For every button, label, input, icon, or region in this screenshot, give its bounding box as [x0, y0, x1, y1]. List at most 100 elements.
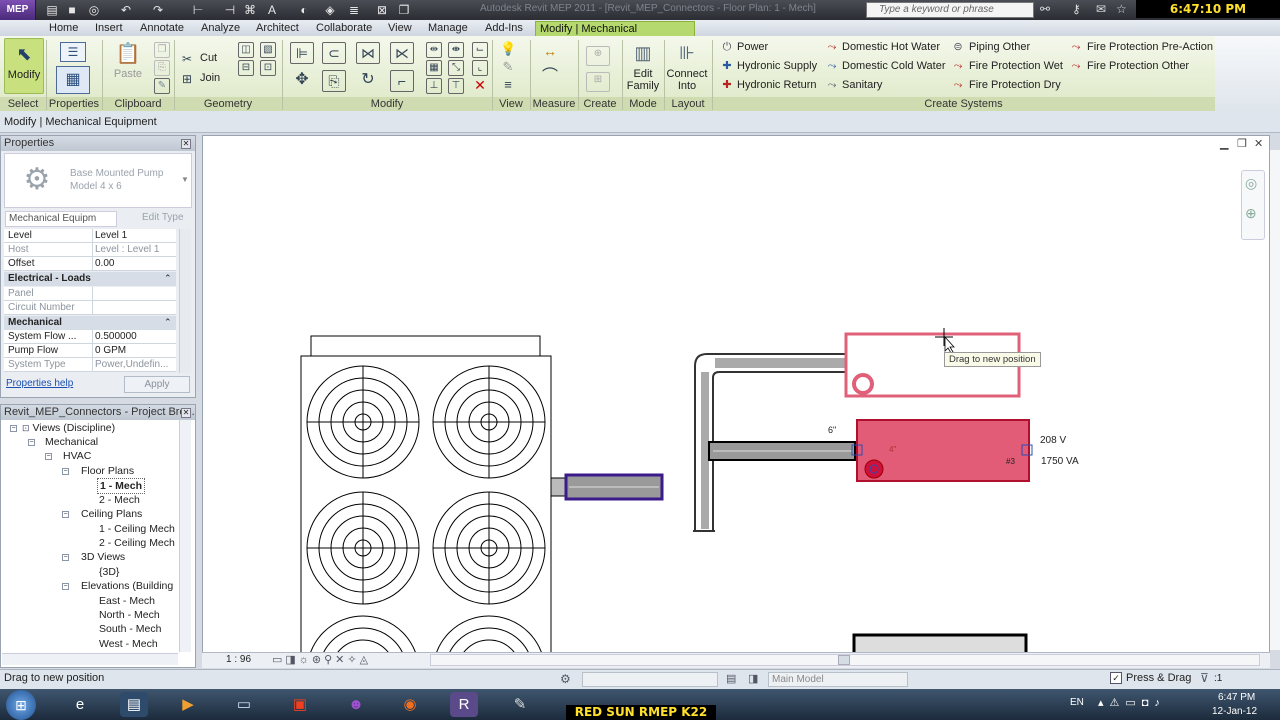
apply-button[interactable]: Apply	[124, 376, 190, 393]
join-button[interactable]: Join	[200, 72, 220, 84]
light-bulb-icon[interactable]: 💡	[500, 42, 516, 58]
property-row[interactable]: Pump Flow 0 GPM	[4, 344, 176, 358]
collapse-toggle[interactable]: −	[62, 583, 69, 590]
tab-view[interactable]: View	[384, 21, 416, 36]
panel-label-clipboard[interactable]: Clipboard	[102, 97, 174, 111]
split-icon[interactable]: ⇹	[426, 42, 442, 58]
create-similar-icon[interactable]: ⊕	[586, 46, 610, 66]
tree-node-views[interactable]: ⊡ Views (Discipline)	[22, 421, 115, 435]
collapse-toggle[interactable]: −	[62, 554, 69, 561]
press-drag-checkbox[interactable]: ✓	[1110, 672, 1122, 684]
property-value[interactable]: 0.00	[92, 257, 176, 271]
tree-node-west-mech[interactable]: West - Mech	[99, 637, 158, 651]
piping-other-button[interactable]: Piping Other	[969, 41, 1030, 53]
copy-element-icon[interactable]: ⎘	[322, 70, 346, 92]
tree-node-hvac[interactable]: HVAC	[63, 449, 91, 463]
property-group-mechanical[interactable]: Mechanical	[4, 316, 176, 330]
domestic-cold-water-button[interactable]: Domestic Cold Water	[842, 60, 946, 72]
sanitary-button[interactable]: Sanitary	[842, 79, 882, 91]
fire-protection-pre-action-button[interactable]: Fire Protection Pre-Action	[1087, 41, 1213, 53]
create-group-icon[interactable]: ⊞	[586, 72, 610, 92]
power-system-button[interactable]: Power	[737, 41, 768, 53]
section-icon[interactable]: ◈	[322, 2, 338, 18]
binoculars-icon[interactable]: ⚯	[1040, 2, 1050, 16]
panel-label-select[interactable]: Select	[0, 97, 46, 111]
scale-icon[interactable]: ⤡	[448, 60, 464, 76]
application-menu-button[interactable]: MEP	[0, 0, 36, 20]
property-group-electrical[interactable]: Electrical - Loads	[4, 272, 176, 286]
tab-home[interactable]: Home	[45, 21, 82, 36]
tab-collaborate[interactable]: Collaborate	[312, 21, 376, 36]
type-properties-icon[interactable]: ▦	[56, 66, 90, 94]
design-options-icon[interactable]: ▤	[726, 672, 736, 685]
office-icon[interactable]: ▣	[286, 692, 314, 717]
move-icon[interactable]: ✥	[290, 70, 314, 92]
rotate-icon[interactable]: ↻	[356, 70, 380, 92]
redo-icon[interactable]: ↷	[150, 2, 166, 18]
collapse-icon[interactable]: ⌃	[164, 273, 172, 284]
tree-node-ceiling-plans[interactable]: Ceiling Plans	[81, 507, 142, 521]
tab-architect[interactable]: Architect	[252, 21, 303, 36]
tab-annotate[interactable]: Annotate	[136, 21, 188, 36]
cut-button[interactable]: Cut	[200, 52, 217, 64]
copy-icon[interactable]: ❐	[154, 42, 170, 58]
collapse-toggle[interactable]: −	[62, 468, 69, 475]
measure-between-icon[interactable]: ↔	[538, 44, 562, 60]
measure-icon[interactable]: ⊣	[222, 2, 238, 18]
split-gap-icon[interactable]: ⇼	[448, 42, 464, 58]
tree-node-1-mech[interactable]: 1 - Mech	[97, 478, 146, 494]
filter-icon[interactable]: ⊽	[1200, 671, 1209, 685]
canvas-vertical-scrollbar[interactable]	[1270, 150, 1280, 650]
panel-label-properties[interactable]: Properties	[46, 97, 102, 111]
property-row[interactable]: System Flow ... 0.500000	[4, 330, 176, 344]
close-hidden-icon[interactable]: ⊠	[374, 2, 390, 18]
tree-node-south-mech[interactable]: South - Mech	[99, 622, 161, 636]
thin-lines-icon[interactable]: ≣	[346, 2, 362, 18]
search-input[interactable]: Type a keyword or phrase	[866, 2, 1034, 18]
tab-insert[interactable]: Insert	[91, 21, 127, 36]
trim-multi-icon[interactable]: ⌙	[472, 42, 488, 58]
panel-label-view[interactable]: View	[492, 97, 530, 111]
tree-node-mechanical[interactable]: Mechanical	[45, 435, 98, 449]
close-icon[interactable]: ✕	[181, 139, 191, 149]
panel-label-measure[interactable]: Measure	[530, 97, 578, 111]
start-button[interactable]: ⊞	[6, 690, 36, 720]
folder-icon[interactable]: ▭	[230, 692, 258, 717]
sync-icon[interactable]: ◎	[86, 2, 102, 18]
tree-node-elevations[interactable]: Elevations (Building	[81, 579, 173, 593]
fire-protection-other-button[interactable]: Fire Protection Other	[1087, 60, 1189, 72]
taskbar-date[interactable]: 12-Jan-12	[1212, 706, 1257, 717]
split-face-icon[interactable]: ⊟	[238, 60, 254, 76]
edit-type-button[interactable]: Edit Type	[122, 211, 190, 227]
linework-icon[interactable]: ≡	[500, 78, 516, 94]
system-tray-icons[interactable]: ▴⚠▭◘♪	[1098, 696, 1166, 709]
taskbar-time[interactable]: 6:47 PM	[1218, 692, 1255, 703]
revit-mep-icon[interactable]: R	[450, 692, 478, 717]
key-icon[interactable]: ⚷	[1072, 2, 1081, 16]
properties-scrollbar[interactable]	[179, 229, 191, 373]
properties-help-link[interactable]: Properties help	[6, 378, 73, 389]
tree-node-east-mech[interactable]: East - Mech	[99, 594, 155, 608]
pin-icon[interactable]: ⊥	[426, 78, 442, 94]
tree-node-1-ceiling-mech[interactable]: 1 - Ceiling Mech	[99, 522, 175, 536]
media-player-icon[interactable]: ▶	[174, 692, 202, 717]
connect-into-button[interactable]: ⊪ Connect Into	[666, 38, 708, 96]
collapse-toggle[interactable]: −	[45, 453, 52, 460]
property-value[interactable]: 0.500000	[92, 330, 176, 344]
workset-dropdown[interactable]	[582, 672, 718, 687]
tab-manage[interactable]: Manage	[424, 21, 472, 36]
tree-node-3d-views[interactable]: 3D Views	[81, 550, 125, 564]
property-row[interactable]: Offset 0.00	[4, 257, 176, 271]
fire-protection-dry-button[interactable]: Fire Protection Dry	[969, 79, 1061, 91]
panel-label-modify[interactable]: Modify	[282, 97, 492, 111]
panel-label-create[interactable]: Create	[578, 97, 622, 111]
dimension-icon[interactable]: ⌒	[538, 69, 562, 86]
collapse-toggle[interactable]: −	[28, 439, 35, 446]
close-icon[interactable]: ✕	[181, 408, 191, 418]
trim-extend-icon[interactable]: ⌐	[390, 70, 414, 92]
tab-modify-mechanical-equipment[interactable]: Modify | Mechanical Equipment	[535, 21, 695, 50]
offset-icon[interactable]: ⊂	[322, 42, 346, 64]
match-properties-icon[interactable]: ✎	[154, 78, 170, 94]
copy-clipboard-icon[interactable]: ⎘	[154, 60, 170, 76]
tree-node-2-mech[interactable]: 2 - Mech	[99, 493, 140, 507]
